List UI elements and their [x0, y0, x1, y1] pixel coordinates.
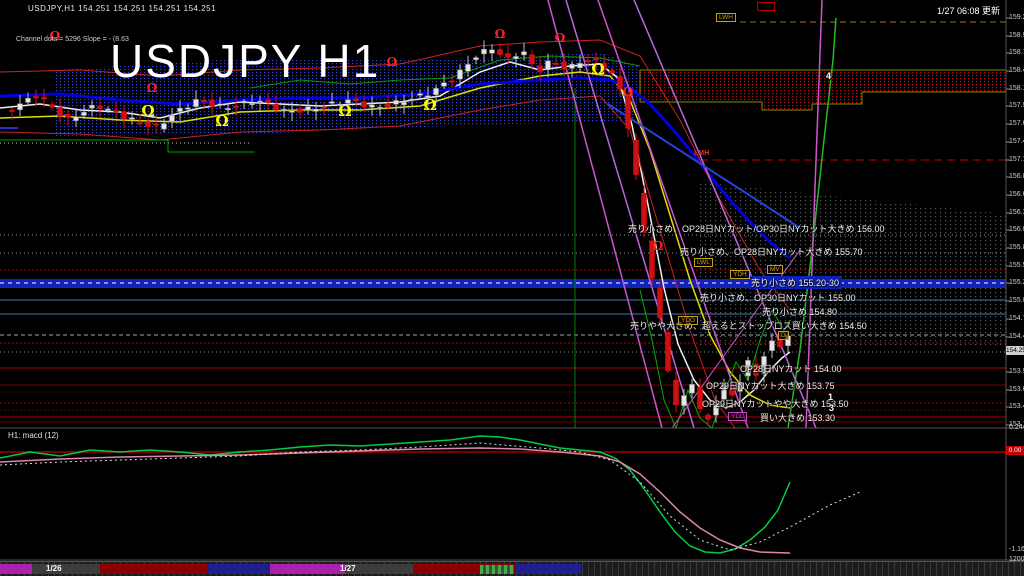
order-annotation: 売り小さめ、OP28日NYカット大きめ 155.70: [680, 247, 863, 257]
omega-signal-icon: Ω: [653, 239, 664, 253]
price-axis-label: 158.460: [1009, 67, 1024, 74]
price-axis-label: 157.400: [1009, 138, 1024, 145]
red-marker-box: [757, 2, 775, 11]
level-marker-d: D: [778, 331, 789, 340]
price-axis-label: 156.870: [1009, 173, 1024, 180]
macd-axis-label: -1.162: [1009, 546, 1024, 553]
price-axis-label: 157.665: [1009, 120, 1024, 127]
macd-green: [0, 435, 791, 554]
session-segment: [100, 564, 208, 574]
session-segment: [516, 564, 581, 574]
trading-chart-window: ΩΩΩΩΩΩΩΩΩΩΩΩ USDJPY,H1 154.251 154.251 1…: [0, 0, 1024, 576]
price-axis-label: 155.810: [1009, 244, 1024, 251]
order-annotation: 売り小さめ 155.20-30: [748, 276, 843, 289]
channel-lower-red: [0, 95, 736, 429]
symbol-ohlc-info: USDJPY,H1 154.251 154.251 154.251 154.25…: [28, 4, 217, 13]
level-marker-mv: MV: [767, 265, 783, 274]
price-axis-label: 154.750: [1009, 315, 1024, 322]
macd-signal-pink: [0, 447, 791, 554]
session-segment: [0, 564, 32, 574]
price-axis-label: 156.075: [1009, 226, 1024, 233]
price-axis-label: 157.930: [1009, 102, 1024, 109]
price-axis-label: 153.690: [1009, 386, 1024, 393]
level-marker-lwh: LWH: [716, 13, 736, 22]
macd-indicator-label: H1: macd (12): [8, 431, 59, 440]
omega-signal-icon: Ω: [555, 31, 566, 45]
omega-signal-icon: Ω: [141, 102, 154, 120]
price-axis-label: 156.340: [1009, 209, 1024, 216]
session-segment: [208, 564, 270, 574]
price-axis-label: 158.195: [1009, 85, 1024, 92]
omega-signal-icon: Ω: [338, 102, 351, 120]
price-axis-label: 153.955: [1009, 368, 1024, 375]
future-cloud-red: [639, 69, 1007, 111]
level-marker-ydo: YDO: [678, 316, 699, 325]
price-axis-label: 155.545: [1009, 262, 1024, 269]
current-price-box: 154.251: [1006, 346, 1024, 355]
level-marker-ydh: YDH: [730, 270, 750, 279]
order-annotation: OP29日NYカット大きめ 153.75: [706, 381, 835, 391]
price-axis-label: 156.605: [1009, 191, 1024, 198]
session-segment: [32, 564, 100, 574]
price-axis-label: 154.485: [1009, 333, 1024, 340]
wave-count-number: 1: [828, 392, 834, 402]
omega-signal-icon: Ω: [623, 85, 634, 99]
omega-signal-icon: Ω: [591, 60, 604, 78]
price-axis-label: 158.725: [1009, 49, 1024, 56]
level-marker-lwl: LWL: [694, 258, 713, 267]
order-annotation: 売り小さめ 154.80: [762, 307, 838, 317]
price-axis-label: 153.425: [1009, 403, 1024, 410]
omega-signal-icon: Ω: [215, 112, 228, 130]
omega-signal-icon: Ω: [495, 27, 506, 41]
price-axis-label: 155.280: [1009, 279, 1024, 286]
highlight-band: [0, 279, 1006, 288]
order-annotation: OP28日NYカット 154.00: [740, 364, 842, 374]
price-axis-label: 158.990: [1009, 32, 1024, 39]
wave-count-number: 4: [826, 71, 832, 81]
macd-axis-label: 0.244: [1009, 424, 1024, 431]
price-axis-label: 159.255: [1009, 14, 1024, 21]
symbol-watermark: USDJPY H1: [110, 35, 381, 87]
level-marker-ydl: YDL: [728, 412, 747, 421]
timeline-date-label: 1/27: [340, 564, 356, 573]
timeline-position-marker[interactable]: [480, 565, 514, 574]
order-annotation: 売り小さめ、OP30日NYカット 155.00: [700, 293, 856, 303]
price-axis-label: 155.015: [1009, 297, 1024, 304]
order-annotation: 売り小さめ、OP28日NYカット/OP30日NYカット大きめ 156.00: [628, 224, 885, 234]
order-annotation: 買い大きめ 153.30: [760, 413, 836, 423]
session-segment: [270, 564, 345, 574]
omega-signal-icon: Ω: [423, 96, 436, 114]
timeline-scrollbar[interactable]: 1/26 1/27: [0, 561, 1024, 576]
order-annotation: 売りやや大きめ、超えるとストップロス買い大きめ 154.50: [630, 321, 867, 331]
omega-signal-icon: Ω: [387, 55, 398, 69]
level-marker-lmh: LMH: [694, 150, 710, 157]
order-annotation: OP29日NYカットやや大きめ 153.50: [702, 399, 849, 409]
wave-count-number: 3: [829, 403, 835, 413]
update-timestamp: 1/27 06:08 更新: [936, 6, 1000, 16]
timeline-date-label: 1/26: [46, 564, 62, 573]
macd-zero-box: 0.00: [1006, 446, 1024, 455]
macd-white-dotted: [0, 442, 861, 551]
green-step: [0, 139, 255, 153]
price-axis-label: 157.135: [1009, 156, 1024, 163]
